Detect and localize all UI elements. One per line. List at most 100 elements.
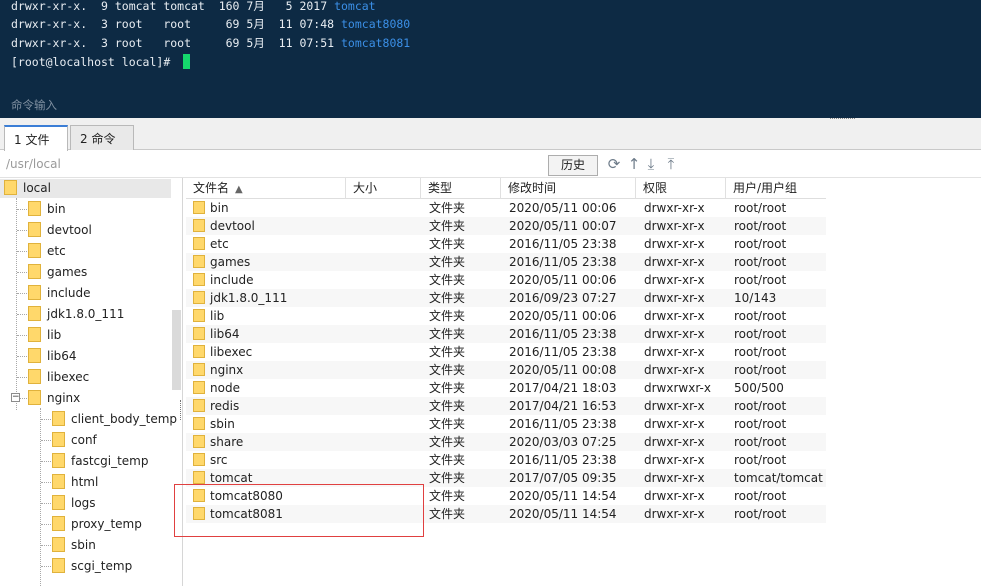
column-perm-header[interactable]: 权限: [636, 178, 726, 199]
file-row[interactable]: tomcat8081 文件夹 2020/05/11 14:54 drwxr-xr-x r…: [186, 505, 826, 523]
file-mtime-cell: 2016/11/05 23:38: [509, 237, 617, 251]
tree-guide-line: [41, 461, 51, 462]
file-row[interactable]: redis 文件夹 2017/04/21 16:53 drwxr-xr-x root/r…: [186, 397, 826, 415]
file-owner-cell: root/root: [734, 237, 787, 251]
file-mtime-cell: 2020/05/11 14:54: [509, 489, 617, 503]
tab-files[interactable]: 1 文件: [4, 125, 68, 151]
file-row[interactable]: nginx 文件夹 2020/05/11 00:08 drwxr-xr-x root/r…: [186, 361, 826, 379]
command-input-label[interactable]: 命令输入: [11, 97, 57, 113]
file-type-cell: 文件夹: [429, 345, 466, 359]
path-input[interactable]: /usr/local: [6, 157, 61, 171]
column-mtime-header[interactable]: 修改时间: [501, 178, 636, 199]
file-owner-cell: root/root: [734, 345, 787, 359]
file-name-cell: lib64: [210, 327, 240, 341]
tree-item-etc[interactable]: etc: [28, 241, 66, 261]
file-mtime-cell: 2020/03/03 07:25: [509, 435, 617, 449]
folder-icon: [193, 381, 205, 394]
tree-item-nginx-html[interactable]: html: [52, 472, 98, 492]
tree-item-nginx[interactable]: nginx: [28, 388, 80, 408]
tab-commands[interactable]: 2 命令: [70, 125, 134, 150]
file-row[interactable]: node 文件夹 2017/04/21 18:03 drwxrwxr-x 500/500: [186, 379, 826, 397]
tree-item-nginx-conf[interactable]: conf: [52, 430, 97, 450]
tree-item-devtool[interactable]: devtool: [28, 220, 92, 240]
tree-item-local[interactable]: local: [4, 178, 51, 198]
folder-icon: [52, 453, 65, 468]
tree-guide-line: [41, 566, 51, 567]
tree-item-lib64[interactable]: lib64: [28, 346, 77, 366]
directory-tree[interactable]: local bin devtool etc games include jdk1.8.0_1…: [0, 178, 183, 586]
file-row[interactable]: lib64 文件夹 2016/11/05 23:38 drwxr-xr-x root/r…: [186, 325, 826, 343]
tree-guide-line: [17, 230, 27, 231]
file-row[interactable]: lib 文件夹 2020/05/11 00:06 drwxr-xr-x root/roo…: [186, 307, 826, 325]
tree-item-games[interactable]: games: [28, 262, 87, 282]
resize-grip[interactable]: [830, 118, 855, 121]
file-row[interactable]: bin 文件夹 2020/05/11 00:06 drwxr-xr-x root/roo…: [186, 199, 826, 217]
download-icon[interactable]: ⤓: [643, 155, 659, 173]
file-row[interactable]: tomcat8080 文件夹 2020/05/11 14:54 drwxr-xr-x r…: [186, 487, 826, 505]
tree-item-nginx-fastcgi-temp[interactable]: fastcgi_temp: [52, 451, 148, 471]
file-perm-cell: drwxr-xr-x: [644, 345, 705, 359]
tree-guide-line: [41, 419, 51, 420]
pane-splitter[interactable]: [180, 400, 182, 420]
terminal-panel[interactable]: drwxr-xr-x. 9 tomcat tomcat 160 7月 5 201…: [0, 0, 981, 118]
tree-item-jdk1-8-0-111[interactable]: jdk1.8.0_111: [28, 304, 124, 324]
file-row[interactable]: libexec 文件夹 2016/11/05 23:38 drwxr-xr-x root…: [186, 343, 826, 361]
file-perm-cell: drwxr-xr-x: [644, 327, 705, 341]
file-row[interactable]: devtool 文件夹 2020/05/11 00:07 drwxr-xr-x root…: [186, 217, 826, 235]
file-mtime-cell: 2017/04/21 16:53: [509, 399, 617, 413]
folder-icon: [4, 180, 17, 195]
file-type-cell: 文件夹: [429, 219, 466, 233]
tree-item-lib[interactable]: lib: [28, 325, 61, 345]
file-row[interactable]: sbin 文件夹 2016/11/05 23:38 drwxr-xr-x root/ro…: [186, 415, 826, 433]
tree-item-nginx-logs[interactable]: logs: [52, 493, 96, 513]
file-row[interactable]: share 文件夹 2020/03/03 07:25 drwxr-xr-x root/r…: [186, 433, 826, 451]
folder-icon: [28, 306, 41, 321]
file-owner-cell: root/root: [734, 255, 787, 269]
file-name-cell: nginx: [210, 363, 244, 377]
tree-item-nginx-client-body-temp[interactable]: client_body_temp: [52, 409, 177, 429]
file-name-cell: node: [210, 381, 240, 395]
file-row[interactable]: include 文件夹 2020/05/11 00:06 drwxr-xr-x root…: [186, 271, 826, 289]
history-button[interactable]: 历史: [548, 155, 598, 176]
file-name-cell: devtool: [210, 219, 255, 233]
refresh-icon[interactable]: ⟳: [606, 155, 622, 173]
terminal-cursor: [183, 54, 191, 69]
tree-item-include[interactable]: include: [28, 283, 90, 303]
file-perm-cell: drwxr-xr-x: [644, 399, 705, 413]
file-owner-cell: root/root: [734, 489, 787, 503]
collapse-toggle-icon[interactable]: −: [11, 393, 20, 402]
file-mtime-cell: 2020/05/11 00:06: [509, 201, 617, 215]
folder-icon: [52, 411, 65, 426]
tree-scrollbar[interactable]: [172, 310, 181, 390]
tree-item-label: html: [71, 475, 99, 489]
folder-icon: [28, 369, 41, 384]
terminal-highlight-text: tomcat8081: [341, 36, 411, 50]
tree-item-label: proxy_temp: [71, 517, 142, 531]
folder-icon: [52, 495, 65, 510]
tree-item-nginx-proxy-temp[interactable]: proxy_temp: [52, 514, 142, 534]
file-row[interactable]: etc 文件夹 2016/11/05 23:38 drwxr-xr-x root/roo…: [186, 235, 826, 253]
file-perm-cell: drwxr-xr-x: [644, 309, 705, 323]
folder-icon: [193, 255, 205, 268]
file-owner-cell: root/root: [734, 453, 787, 467]
column-name-header[interactable]: 文件名 ▲: [186, 178, 346, 199]
file-row[interactable]: tomcat 文件夹 2017/07/05 09:35 drwxr-xr-x tomca…: [186, 469, 826, 487]
tree-item-nginx-scgi-temp[interactable]: scgi_temp: [52, 556, 132, 576]
column-owner-header[interactable]: 用户/用户组: [726, 178, 826, 199]
terminal-highlight-text: tomcat8080: [341, 17, 411, 31]
file-type-cell: 文件夹: [429, 381, 466, 395]
file-row[interactable]: jdk1.8.0_111 文件夹 2016/09/23 07:27 drwxr-xr-…: [186, 289, 826, 307]
file-list[interactable]: 文件名 ▲ 大小 类型 修改时间 权限 用户/用户组 bin 文件夹 2020/05/…: [186, 178, 981, 586]
upload-arrow-icon[interactable]: ↑: [626, 155, 642, 173]
terminal-line-text: drwxr-xr-x. 3 root root 69 5月 11 07:48: [11, 17, 341, 31]
tree-item-bin[interactable]: bin: [28, 199, 66, 219]
tree-item-nginx-sbin[interactable]: sbin: [52, 535, 96, 555]
folder-icon: [193, 201, 205, 214]
file-owner-cell: root/root: [734, 219, 787, 233]
column-type-header[interactable]: 类型: [421, 178, 501, 199]
file-row[interactable]: games 文件夹 2016/11/05 23:38 drwxr-xr-x root/r…: [186, 253, 826, 271]
file-row[interactable]: src 文件夹 2016/11/05 23:38 drwxr-xr-x root/roo…: [186, 451, 826, 469]
tree-item-libexec[interactable]: libexec: [28, 367, 89, 387]
column-size-header[interactable]: 大小: [346, 178, 421, 199]
upload-icon[interactable]: ⤒: [663, 155, 679, 173]
